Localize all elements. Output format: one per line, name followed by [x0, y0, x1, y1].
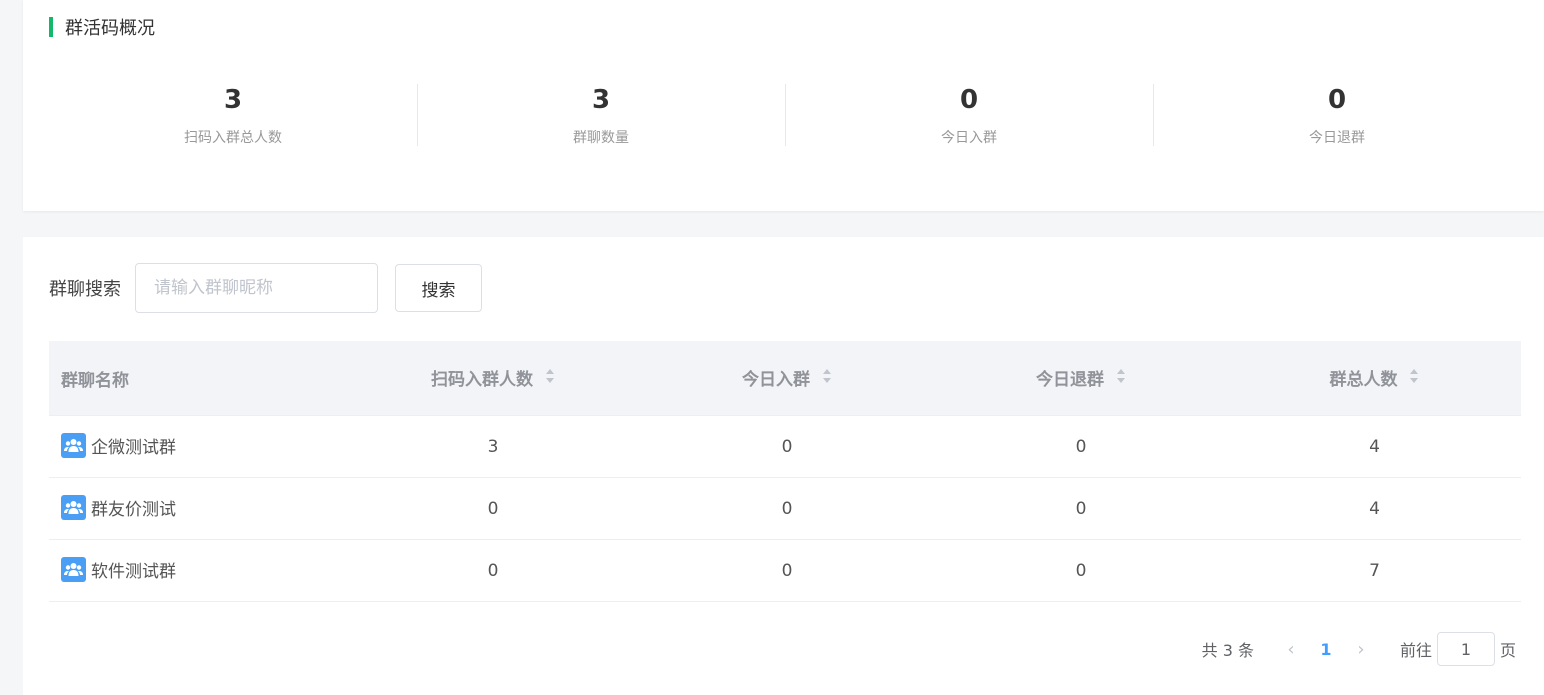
header-label: 群聊名称: [61, 370, 129, 391]
overview-title: 群活码概况: [49, 14, 155, 40]
stat-label: 群聊数量: [573, 130, 629, 146]
group-list-card: 群聊搜索 搜索 群聊名称 扫码入群人数: [23, 237, 1544, 695]
stat-group-count: 3 群聊数量: [417, 82, 785, 148]
header-label: 今日入群: [742, 370, 811, 391]
group-chat-icon: [61, 433, 86, 459]
group-table: 群聊名称 扫码入群人数 今日入群 今日退群 群总人数 企微测试群 3 0 0 4…: [49, 341, 1521, 602]
cell-group-name: 软件测试群: [49, 539, 346, 602]
search-label: 群聊搜索: [49, 279, 121, 300]
cell-scan-join: 0: [346, 477, 640, 540]
stat-label: 今日退群: [1309, 130, 1365, 146]
title-accent-bar: [49, 17, 53, 37]
sort-caret-icon[interactable]: [545, 368, 555, 389]
search-row: 群聊搜索 搜索: [49, 263, 482, 313]
cell-scan-join: 0: [346, 539, 640, 602]
stat-value: 3: [223, 85, 243, 115]
header-label: 扫码入群人数: [431, 370, 534, 391]
stat-value: 0: [1327, 85, 1347, 115]
stat-today-leave: 0 今日退群: [1153, 82, 1521, 148]
cell-today-leave: 0: [934, 539, 1228, 602]
stat-scan-join-total: 3 扫码入群总人数: [49, 82, 417, 148]
chevron-left-icon[interactable]: ‹: [1276, 639, 1306, 660]
stat-label: 扫码入群总人数: [184, 130, 282, 146]
table-row: 群友价测试 0 0 0 4: [49, 477, 1521, 540]
header-today-join[interactable]: 今日入群: [640, 341, 934, 416]
stats-row: 3 扫码入群总人数 3 群聊数量 0 今日入群 0 今日退群: [49, 82, 1521, 148]
page-jump-input[interactable]: [1436, 632, 1495, 666]
sort-caret-icon[interactable]: [1409, 368, 1419, 389]
cell-total-members: 4: [1228, 477, 1521, 540]
cell-today-join: 0: [640, 477, 934, 540]
group-name: 软件测试群: [91, 561, 176, 582]
header-label: 今日退群: [1036, 370, 1105, 391]
chevron-right-icon[interactable]: ›: [1346, 639, 1376, 660]
cell-scan-join: 3: [346, 415, 640, 478]
cell-group-name: 企微测试群: [49, 415, 346, 478]
group-name: 群友价测试: [91, 499, 176, 520]
group-chat-icon: [61, 495, 86, 521]
group-search-input[interactable]: [135, 263, 378, 313]
stat-today-join: 0 今日入群: [785, 82, 1153, 148]
cell-today-join: 0: [640, 539, 934, 602]
sort-caret-icon[interactable]: [822, 368, 832, 389]
stat-value: 3: [591, 85, 611, 115]
search-button[interactable]: 搜索: [395, 264, 482, 312]
header-total-members[interactable]: 群总人数: [1228, 341, 1521, 416]
header-label: 群总人数: [1329, 370, 1398, 391]
header-today-leave[interactable]: 今日退群: [934, 341, 1228, 416]
cell-today-leave: 0: [934, 415, 1228, 478]
pagination-goto-label: 前往: [1399, 641, 1432, 660]
overview-card: 群活码概况 3 扫码入群总人数 3 群聊数量 0 今日入群 0 今日退群: [23, 0, 1544, 211]
stat-label: 今日入群: [941, 130, 997, 146]
cell-total-members: 4: [1228, 415, 1521, 478]
page-number-current[interactable]: 1: [1306, 640, 1346, 659]
sort-caret-icon[interactable]: [1116, 368, 1126, 389]
cell-group-name: 群友价测试: [49, 477, 346, 540]
cell-today-join: 0: [640, 415, 934, 478]
table-header-row: 群聊名称 扫码入群人数 今日入群 今日退群 群总人数: [49, 341, 1521, 416]
group-chat-icon: [61, 557, 86, 583]
header-scan-join[interactable]: 扫码入群人数: [346, 341, 640, 416]
group-name: 企微测试群: [91, 437, 176, 458]
pagination-page-suffix: 页: [1499, 641, 1516, 660]
pagination: 共 3 条 ‹ 1 › 前往 页: [1202, 631, 1516, 667]
overview-title-text: 群活码概况: [65, 18, 155, 39]
stat-value: 0: [959, 85, 979, 115]
table-row: 企微测试群 3 0 0 4: [49, 415, 1521, 478]
pagination-total: 共 3 条: [1201, 641, 1254, 660]
table-row: 软件测试群 0 0 0 7: [49, 539, 1521, 602]
cell-today-leave: 0: [934, 477, 1228, 540]
header-group-name: 群聊名称: [49, 341, 346, 416]
cell-total-members: 7: [1228, 539, 1521, 602]
